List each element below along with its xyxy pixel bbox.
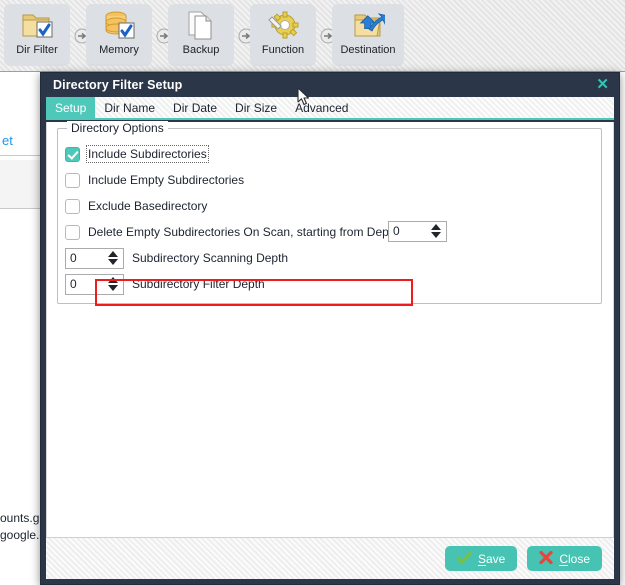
background-divider <box>0 155 42 156</box>
background-link[interactable]: et <box>2 133 13 148</box>
tab-label: Dir Name <box>104 100 156 115</box>
close-button-label: Close <box>559 551 590 566</box>
spinner-buttons <box>108 276 118 291</box>
spinner-up-icon[interactable] <box>108 250 118 257</box>
directory-options-group: Directory Options Include Subdirectories… <box>57 121 602 304</box>
close-icon[interactable]: ✕ <box>596 76 609 93</box>
tab-label: Dir Size <box>235 100 278 115</box>
close-button[interactable]: Close <box>527 546 602 571</box>
x-mark-icon <box>539 550 553 567</box>
directory-filter-setup-dialog: Directory Filter Setup ✕ Setup Dir Name … <box>40 72 620 585</box>
checkbox-include-empty-subdirectories[interactable] <box>65 172 80 188</box>
spinner-filter-depth[interactable]: 0 <box>65 273 124 295</box>
toolbar-item-destination[interactable]: Destination <box>332 4 404 66</box>
spinner-down-icon[interactable] <box>431 231 441 238</box>
tab-dir-size[interactable]: Dir Size <box>226 97 286 118</box>
checkbox-delete-empty-subdirectories[interactable] <box>65 224 80 240</box>
checkbox-label: Include Subdirectories <box>86 145 209 163</box>
spinner-down-icon[interactable] <box>108 258 118 265</box>
spinner-delete-depth[interactable]: 0 <box>388 220 447 242</box>
toolbar-item-backup[interactable]: Backup <box>168 4 234 66</box>
toolbar-item-label: Memory <box>99 44 139 56</box>
tab-dir-date[interactable]: Dir Date <box>164 97 226 118</box>
spinner-value: 0 <box>393 224 400 238</box>
save-button-label: Save <box>477 551 506 566</box>
toolbar-item-label: Destination <box>340 44 396 56</box>
save-button[interactable]: Save <box>444 546 518 571</box>
folder-arrow-icon <box>351 9 389 41</box>
option-include-empty-subdirectories[interactable]: Include Empty Subdirectories <box>65 170 244 190</box>
background-text-line-2: google.c <box>0 528 46 542</box>
spinner-up-icon[interactable] <box>431 223 441 230</box>
folder-check-icon <box>20 9 54 41</box>
spinner-down-icon[interactable] <box>108 284 118 291</box>
option-exclude-basedirectory[interactable]: Exclude Basedirectory <box>65 196 207 216</box>
toolbar-item-memory[interactable]: Memory <box>86 4 152 66</box>
toolbar-item-label: Dir Filter <box>16 44 58 56</box>
tab-bar: Setup Dir Name Dir Date Dir Size Advance… <box>46 97 614 120</box>
background-text-line-1: ounts.g <box>0 511 40 525</box>
toolbar-item-dir-filter[interactable]: Dir Filter <box>4 4 70 66</box>
toolbar-item-function[interactable]: Function <box>250 4 316 66</box>
row-label: Subdirectory Filter Depth <box>132 277 265 291</box>
check-icon <box>456 550 473 567</box>
spinner-buttons <box>108 250 118 265</box>
checkbox-label: Exclude Basedirectory <box>88 199 208 213</box>
tab-dir-name[interactable]: Dir Name <box>95 97 164 118</box>
row-subdirectory-scanning-depth: 0 Subdirectory Scanning Depth <box>65 247 289 269</box>
spinner-scanning-depth[interactable]: 0 <box>65 247 124 269</box>
checkbox-label: Include Empty Subdirectories <box>88 173 245 187</box>
gear-icon <box>266 9 300 41</box>
spinner-value: 0 <box>70 277 77 291</box>
group-legend: Directory Options <box>67 121 168 135</box>
spinner-buttons <box>431 223 441 238</box>
tab-label: Dir Date <box>173 100 218 115</box>
background-divider <box>0 208 42 209</box>
toolbar-item-label: Backup <box>182 44 220 56</box>
row-subdirectory-filter-depth: 0 Subdirectory Filter Depth <box>65 273 265 295</box>
mouse-cursor <box>297 87 311 112</box>
checkbox-exclude-basedirectory[interactable] <box>65 198 80 214</box>
database-check-icon <box>102 9 136 41</box>
checkbox-label: Delete Empty Subdirectories On Scan, sta… <box>88 225 399 239</box>
toolbar: Dir Filter Memory Backup Function Destin… <box>0 0 625 72</box>
dialog-body: Directory Options Include Subdirectories… <box>46 121 614 537</box>
dialog-title: Directory Filter Setup <box>53 78 183 92</box>
toolbar-item-label: Function <box>261 44 305 56</box>
tab-setup[interactable]: Setup <box>46 97 96 118</box>
dialog-titlebar[interactable]: Directory Filter Setup ✕ <box>41 73 619 97</box>
row-label: Subdirectory Scanning Depth <box>132 251 289 265</box>
tab-label: Setup <box>55 100 87 115</box>
depth-spinner-wrapper: 0 <box>388 220 447 242</box>
checkbox-include-subdirectories[interactable] <box>65 146 80 162</box>
option-delete-empty-subdirectories[interactable]: Delete Empty Subdirectories On Scan, sta… <box>65 222 399 242</box>
documents-copy-icon <box>184 9 218 41</box>
spinner-up-icon[interactable] <box>108 276 118 283</box>
spinner-value: 0 <box>70 251 77 265</box>
dialog-footer: Save Close <box>46 537 614 579</box>
option-include-subdirectories[interactable]: Include Subdirectories <box>65 144 209 164</box>
